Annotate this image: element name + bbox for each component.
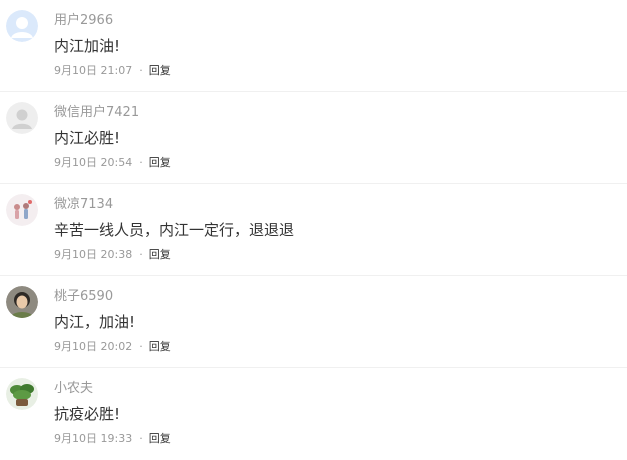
user-photo-avatar[interactable] (6, 378, 38, 410)
comment-item: 用户2966 内江加油! 9月10日 21:07 · 回复 (0, 0, 627, 92)
comment-timestamp: 9月10日 20:02 (54, 340, 133, 353)
comment-item: 桃子6590 内江，加油! 9月10日 20:02 · 回复 (0, 276, 627, 368)
comment-timestamp: 9月10日 21:07 (54, 64, 133, 77)
meta-separator: · (139, 432, 143, 445)
comment-timestamp: 9月10日 19:33 (54, 432, 133, 445)
comment-username[interactable]: 微凉7134 (54, 196, 113, 214)
comment-username[interactable]: 桃子6590 (54, 288, 113, 306)
comment-username[interactable]: 小农夫 (54, 380, 93, 398)
comment-timestamp: 9月10日 20:54 (54, 156, 133, 169)
comment-text: 内江必胜! (54, 129, 121, 147)
user-photo-avatar[interactable] (6, 194, 38, 226)
comment-timestamp: 9月10日 20:38 (54, 248, 133, 261)
default-avatar-icon[interactable] (6, 10, 38, 42)
comment-meta: 9月10日 20:02 · 回复 (54, 339, 171, 355)
comment-text: 抗疫必胜! (54, 405, 121, 423)
comment-meta: 9月10日 20:38 · 回复 (54, 247, 171, 263)
user-photo-avatar[interactable] (6, 286, 38, 318)
meta-separator: · (139, 64, 143, 77)
meta-separator: · (139, 248, 143, 261)
reply-button[interactable]: 回复 (149, 156, 171, 169)
comment-text: 内江加油! (54, 37, 121, 55)
reply-button[interactable]: 回复 (149, 64, 171, 77)
comment-item: 微信用户7421 内江必胜! 9月10日 20:54 · 回复 (0, 92, 627, 184)
comment-text: 辛苦一线人员，内江一定行，退退退 (54, 221, 295, 239)
comment-username[interactable]: 用户2966 (54, 12, 113, 30)
reply-button[interactable]: 回复 (149, 432, 171, 445)
meta-separator: · (139, 156, 143, 169)
comment-meta: 9月10日 20:54 · 回复 (54, 155, 171, 171)
comment-meta: 9月10日 21:07 · 回复 (54, 63, 171, 79)
comment-text: 内江，加油! (54, 313, 136, 331)
reply-button[interactable]: 回复 (149, 340, 171, 353)
meta-separator: · (139, 340, 143, 353)
comment-meta: 9月10日 19:33 · 回复 (54, 431, 171, 447)
comment-item: 小农夫 抗疫必胜! 9月10日 19:33 · 回复 (0, 368, 627, 460)
comment-list: 用户2966 内江加油! 9月10日 21:07 · 回复 微信用户7421 内江必… (0, 0, 627, 460)
reply-button[interactable]: 回复 (149, 248, 171, 261)
comment-username[interactable]: 微信用户7421 (54, 104, 139, 122)
comment-item: 微凉7134 辛苦一线人员，内江一定行，退退退 9月10日 20:38 · 回复 (0, 184, 627, 276)
default-avatar-icon[interactable] (6, 102, 38, 134)
